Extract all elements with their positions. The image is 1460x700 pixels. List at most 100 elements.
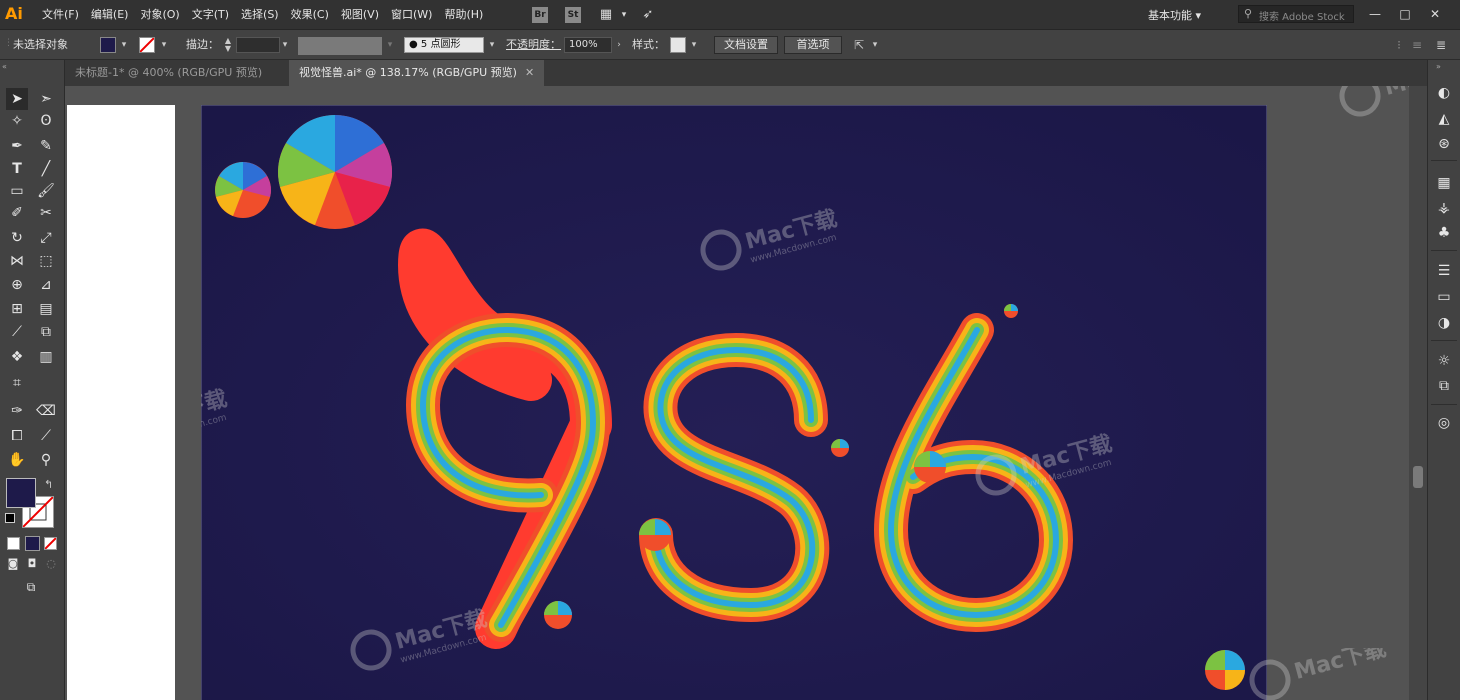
- scissors-tool-icon[interactable]: ✂: [35, 202, 57, 224]
- stroke-weight-field[interactable]: [236, 37, 280, 53]
- selection-tool-icon[interactable]: ➤: [6, 88, 28, 110]
- menu-edit[interactable]: 编辑(E): [85, 0, 135, 30]
- swatches-panel-icon[interactable]: ▦: [1433, 172, 1455, 194]
- bridge-icon[interactable]: Br: [532, 7, 548, 23]
- type-tool-icon[interactable]: T: [6, 158, 28, 180]
- variable-width-profile[interactable]: [298, 37, 382, 55]
- eraser-tool-icon[interactable]: ⌫: [35, 400, 57, 422]
- draw-inside-icon[interactable]: ◌: [40, 553, 62, 575]
- expand-panel-icon[interactable]: ≣: [1434, 37, 1448, 53]
- lasso-tool-icon[interactable]: ʘ: [35, 110, 57, 132]
- align-icon[interactable]: ⁝: [1392, 37, 1406, 53]
- graphic-styles-icon[interactable]: ⧉: [1433, 375, 1455, 397]
- chevron-right-icon[interactable]: ›: [614, 37, 624, 53]
- perspective-grid-tool-icon[interactable]: ⊿: [35, 274, 57, 296]
- artboard-crop-tool-icon[interactable]: ⧠: [6, 425, 28, 447]
- slice-tool-icon[interactable]: ✑: [6, 400, 28, 422]
- color-guide-icon[interactable]: ◭: [1433, 108, 1455, 130]
- menu-effect[interactable]: 效果(C): [285, 0, 335, 30]
- measure-tool-icon[interactable]: ⟋: [35, 425, 57, 447]
- maximize-button[interactable]: □: [1394, 4, 1416, 24]
- close-icon[interactable]: ✕: [525, 66, 534, 79]
- rotate-tool-icon[interactable]: ↻: [6, 227, 28, 249]
- symbols-panel-icon[interactable]: ♣: [1433, 222, 1455, 244]
- rectangle-tool-icon[interactable]: ▭: [6, 180, 28, 202]
- chevron-down-icon[interactable]: ▾: [487, 37, 497, 53]
- appearance-panel-icon[interactable]: ☼: [1433, 350, 1455, 372]
- stock-search[interactable]: ⚲ 搜索 Adobe Stock: [1238, 5, 1354, 23]
- collapse-panel-icon[interactable]: «: [2, 62, 7, 71]
- stroke-panel-icon[interactable]: ☰: [1433, 260, 1455, 282]
- fill-swatch[interactable]: [100, 37, 116, 53]
- chevron-down-icon[interactable]: ▾: [616, 7, 632, 23]
- width-tool-icon[interactable]: ⋈: [6, 250, 28, 272]
- paintbrush-tool-icon[interactable]: 🖌: [35, 180, 57, 202]
- default-colors-icon[interactable]: [5, 513, 15, 523]
- chevron-down-icon[interactable]: ▾: [280, 37, 290, 53]
- screen-mode-icon[interactable]: ⧉: [20, 576, 42, 598]
- transparency-panel-icon[interactable]: ◑: [1433, 312, 1455, 334]
- tab-untitled-1[interactable]: 未标题-1* @ 400% (RGB/GPU 预览): [65, 60, 273, 86]
- column-graph-tool-icon[interactable]: ▥: [35, 346, 57, 368]
- none-mode-icon[interactable]: [44, 537, 57, 550]
- artboard-tool-icon[interactable]: ⌗: [6, 372, 28, 394]
- gradient-mode-icon[interactable]: [25, 536, 40, 551]
- symbol-sprayer-tool-icon[interactable]: ❖: [6, 346, 28, 368]
- chevron-down-icon[interactable]: ▾: [119, 37, 129, 53]
- menu-view[interactable]: 视图(V): [335, 0, 385, 30]
- stock-icon[interactable]: St: [565, 7, 581, 23]
- stroke-stepper[interactable]: ▲ ▼: [222, 37, 234, 53]
- gradient-tool-icon[interactable]: ▤: [35, 298, 57, 320]
- color-mode-icon[interactable]: [7, 537, 20, 550]
- menu-object[interactable]: 对象(O): [134, 0, 185, 30]
- eyedropper-tool-icon[interactable]: ⟋: [6, 321, 28, 343]
- menu-window[interactable]: 窗口(W): [385, 0, 438, 30]
- menu-help[interactable]: 帮助(H): [438, 0, 489, 30]
- arrange-documents-icon[interactable]: ▦: [598, 7, 614, 23]
- panel-menu-icon[interactable]: ≡: [1410, 37, 1424, 53]
- menu-file[interactable]: 文件(F): [36, 0, 85, 30]
- chevron-down-icon[interactable]: ▾: [385, 37, 395, 53]
- magic-wand-tool-icon[interactable]: ✧: [6, 110, 28, 132]
- line-tool-icon[interactable]: ╱: [35, 158, 57, 180]
- scale-tool-icon[interactable]: ⤢: [35, 227, 57, 249]
- brushes-panel-icon[interactable]: ⚶: [1433, 197, 1455, 219]
- recolor-icon[interactable]: ⊛: [1433, 133, 1455, 155]
- layers-panel-icon[interactable]: ◎: [1433, 412, 1455, 434]
- close-button[interactable]: ✕: [1424, 4, 1446, 24]
- swap-colors-icon[interactable]: ↰: [44, 478, 53, 491]
- fill-color-box[interactable]: [6, 478, 36, 508]
- expand-dock-icon[interactable]: »: [1436, 62, 1441, 71]
- scroll-thumb[interactable]: [1413, 466, 1423, 488]
- menu-type[interactable]: 文字(T): [186, 0, 235, 30]
- preferences-button[interactable]: 首选项: [784, 36, 842, 54]
- zoom-tool-icon[interactable]: ⚲: [35, 449, 57, 471]
- chevron-down-icon[interactable]: ▾: [159, 37, 169, 53]
- chevron-down-icon[interactable]: ▾: [689, 37, 699, 53]
- curvature-tool-icon[interactable]: ✎: [35, 135, 57, 157]
- direct-selection-tool-icon[interactable]: ➣: [35, 88, 57, 110]
- vertical-scrollbar[interactable]: [1409, 86, 1427, 700]
- tab-visual-monster[interactable]: 视觉怪兽.ai* @ 138.17% (RGB/GPU 预览) ✕: [289, 60, 545, 86]
- stroke-swatch[interactable]: [139, 37, 155, 53]
- free-transform-tool-icon[interactable]: ⬚: [35, 250, 57, 272]
- opacity-field[interactable]: 100%: [564, 37, 612, 53]
- pen-tool-icon[interactable]: ✒: [6, 135, 28, 157]
- transform-icon[interactable]: ⇱: [852, 37, 866, 53]
- shaper-tool-icon[interactable]: ✐: [6, 202, 28, 224]
- document-setup-button[interactable]: 文档设置: [714, 36, 778, 54]
- gpu-rocket-icon[interactable]: ➶: [640, 7, 656, 23]
- color-panel-icon[interactable]: ◐: [1433, 82, 1455, 104]
- shape-builder-tool-icon[interactable]: ⊕: [6, 274, 28, 296]
- chevron-down-icon[interactable]: ▾: [870, 37, 880, 53]
- minimize-button[interactable]: —: [1364, 4, 1386, 24]
- blend-tool-icon[interactable]: ⧉: [35, 321, 57, 343]
- menu-select[interactable]: 选择(S): [235, 0, 285, 30]
- gradient-panel-icon[interactable]: ▭: [1433, 286, 1455, 308]
- canvas-area[interactable]: Mac下载 www.Macdown.com Mac下载 www.Macdown.…: [65, 86, 1409, 700]
- mesh-tool-icon[interactable]: ⊞: [6, 298, 28, 320]
- hand-tool-icon[interactable]: ✋: [6, 449, 28, 471]
- brush-definition[interactable]: ● 5 点圆形: [404, 37, 484, 53]
- graphic-style-swatch[interactable]: [670, 37, 686, 53]
- opacity-label[interactable]: 不透明度：: [506, 37, 561, 53]
